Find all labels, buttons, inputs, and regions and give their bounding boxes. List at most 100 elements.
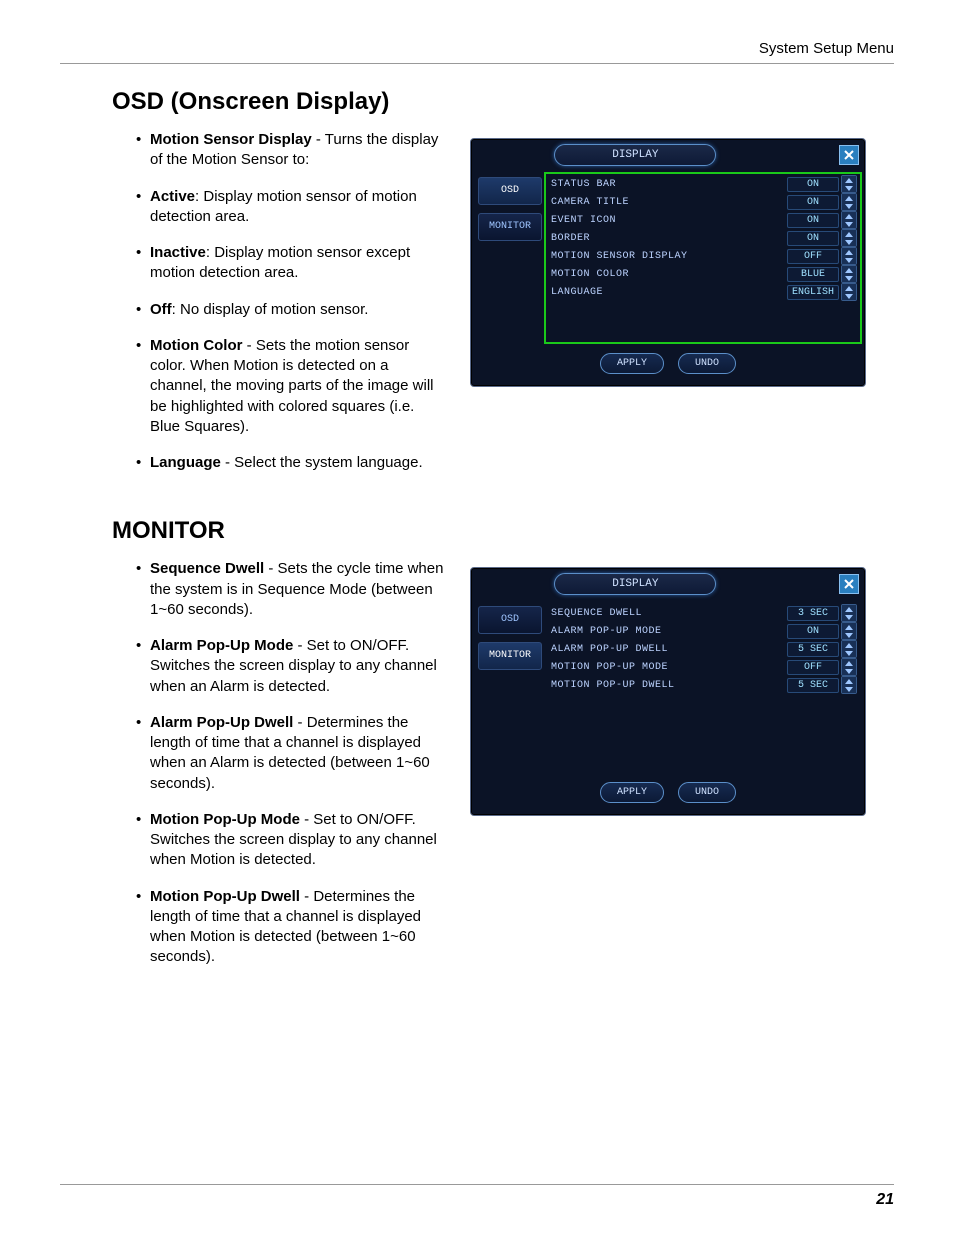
value-spinner[interactable]: [841, 175, 857, 193]
setting-row: LANGUAGEENGLISH: [547, 283, 857, 301]
spinner-down-icon[interactable]: [842, 631, 856, 639]
value-spinner[interactable]: [841, 247, 857, 265]
side-tab-monitor[interactable]: MONITOR: [478, 213, 542, 241]
value-spinner[interactable]: [841, 604, 857, 622]
setting-value[interactable]: 5 SEC: [787, 642, 839, 657]
bullet-term: Motion Color: [150, 337, 242, 354]
value-spinner[interactable]: [841, 265, 857, 283]
value-spinner[interactable]: [841, 676, 857, 694]
side-tab-osd[interactable]: OSD: [478, 177, 542, 205]
spinner-up-icon[interactable]: [842, 641, 856, 649]
panel-titlebar: DISPLAY: [475, 572, 861, 596]
value-spinner[interactable]: [841, 211, 857, 229]
setting-value[interactable]: ON: [787, 177, 839, 192]
bullet-term: Active: [150, 188, 195, 205]
settings-list-monitor: SEQUENCE DWELL3 SECALARM POP-UP MODEONAL…: [545, 602, 861, 772]
panel-titlebar: DISPLAY: [475, 143, 861, 167]
setting-value[interactable]: ENGLISH: [787, 285, 839, 300]
osd-bullet-list: Motion Sensor Display - Turns the displa…: [136, 130, 446, 489]
setting-label: CAMERA TITLE: [547, 197, 787, 208]
spinner-down-icon[interactable]: [842, 649, 856, 657]
spinner-up-icon[interactable]: [842, 194, 856, 202]
spinner-down-icon[interactable]: [842, 685, 856, 693]
spinner-down-icon[interactable]: [842, 238, 856, 246]
apply-button[interactable]: APPLY: [600, 353, 664, 374]
spinner-down-icon[interactable]: [842, 292, 856, 300]
bullet-term: Alarm Pop-Up Dwell: [150, 714, 293, 731]
settings-list-osd: STATUS BARONCAMERA TITLEONEVENT ICONONBO…: [545, 173, 861, 343]
spinner-up-icon[interactable]: [842, 623, 856, 631]
monitor-two-column: Sequence Dwell - Sets the cycle time whe…: [60, 559, 894, 983]
spinner-down-icon[interactable]: [842, 274, 856, 282]
value-spinner[interactable]: [841, 622, 857, 640]
close-icon[interactable]: [839, 145, 859, 165]
spinner-up-icon[interactable]: [842, 248, 856, 256]
bullet-item: Alarm Pop-Up Mode - Set to ON/OFF. Switc…: [136, 636, 446, 697]
setting-row: SEQUENCE DWELL3 SEC: [547, 604, 857, 622]
bullet-term: Motion Pop-Up Mode: [150, 811, 300, 828]
side-tabs: OSD MONITOR: [475, 173, 545, 343]
setting-value[interactable]: 5 SEC: [787, 678, 839, 693]
setting-label: ALARM POP-UP DWELL: [547, 644, 787, 655]
bullet-term: Off: [150, 301, 172, 318]
setting-row: STATUS BARON: [547, 175, 857, 193]
setting-value[interactable]: 3 SEC: [787, 606, 839, 621]
side-tab-osd[interactable]: OSD: [478, 606, 542, 634]
setting-row: CAMERA TITLEON: [547, 193, 857, 211]
spinner-up-icon[interactable]: [842, 659, 856, 667]
setting-label: STATUS BAR: [547, 179, 787, 190]
value-spinner[interactable]: [841, 640, 857, 658]
spinner-up-icon[interactable]: [842, 284, 856, 292]
undo-button[interactable]: UNDO: [678, 782, 736, 803]
spinner-down-icon[interactable]: [842, 202, 856, 210]
setting-label: EVENT ICON: [547, 215, 787, 226]
value-spinner[interactable]: [841, 229, 857, 247]
bullet-item: Off: No display of motion sensor.: [136, 300, 446, 320]
setting-value[interactable]: ON: [787, 624, 839, 639]
setting-value[interactable]: OFF: [787, 660, 839, 675]
bullet-item: Motion Pop-Up Mode - Set to ON/OFF. Swit…: [136, 810, 446, 871]
bullet-item: Sequence Dwell - Sets the cycle time whe…: [136, 559, 446, 620]
header-rule: [60, 63, 894, 64]
spinner-up-icon[interactable]: [842, 212, 856, 220]
setting-value[interactable]: BLUE: [787, 267, 839, 282]
section-title-monitor: MONITOR: [112, 517, 894, 545]
setting-label: MOTION POP-UP MODE: [547, 662, 787, 673]
spinner-down-icon[interactable]: [842, 220, 856, 228]
panel-body: OSDMONITOR SEQUENCE DWELL3 SECALARM POP-…: [475, 602, 861, 772]
spinner-up-icon[interactable]: [842, 266, 856, 274]
value-spinner[interactable]: [841, 193, 857, 211]
setting-value[interactable]: ON: [787, 231, 839, 246]
footer-rule: [60, 1184, 894, 1185]
bullet-term: Language: [150, 454, 221, 471]
spinner-up-icon[interactable]: [842, 677, 856, 685]
setting-value[interactable]: ON: [787, 195, 839, 210]
setting-value[interactable]: OFF: [787, 249, 839, 264]
spinner-down-icon[interactable]: [842, 613, 856, 621]
setting-row: MOTION SENSOR DISPLAYOFF: [547, 247, 857, 265]
value-spinner[interactable]: [841, 283, 857, 301]
spinner-down-icon[interactable]: [842, 256, 856, 264]
panel-title: DISPLAY: [554, 573, 716, 595]
value-spinner[interactable]: [841, 658, 857, 676]
setting-row: ALARM POP-UP MODEON: [547, 622, 857, 640]
side-tab-monitor[interactable]: MONITOR: [478, 642, 542, 670]
spinner-up-icon[interactable]: [842, 176, 856, 184]
spinner-up-icon[interactable]: [842, 605, 856, 613]
bullet-term: Motion Pop-Up Dwell: [150, 888, 300, 905]
spinner-up-icon[interactable]: [842, 230, 856, 238]
panel-title: DISPLAY: [554, 144, 716, 166]
undo-button[interactable]: UNDO: [678, 353, 736, 374]
bullet-text: - Select the system language.: [221, 454, 423, 471]
setting-row: MOTION POP-UP DWELL5 SEC: [547, 676, 857, 694]
apply-button[interactable]: APPLY: [600, 782, 664, 803]
setting-row: BORDERON: [547, 229, 857, 247]
breadcrumb: System Setup Menu: [759, 40, 894, 57]
close-icon[interactable]: [839, 574, 859, 594]
spinner-down-icon[interactable]: [842, 667, 856, 675]
setting-row: ALARM POP-UP DWELL5 SEC: [547, 640, 857, 658]
setting-value[interactable]: ON: [787, 213, 839, 228]
setting-label: BORDER: [547, 233, 787, 244]
spinner-down-icon[interactable]: [842, 184, 856, 192]
bullet-item: Alarm Pop-Up Dwell - Determines the leng…: [136, 713, 446, 794]
